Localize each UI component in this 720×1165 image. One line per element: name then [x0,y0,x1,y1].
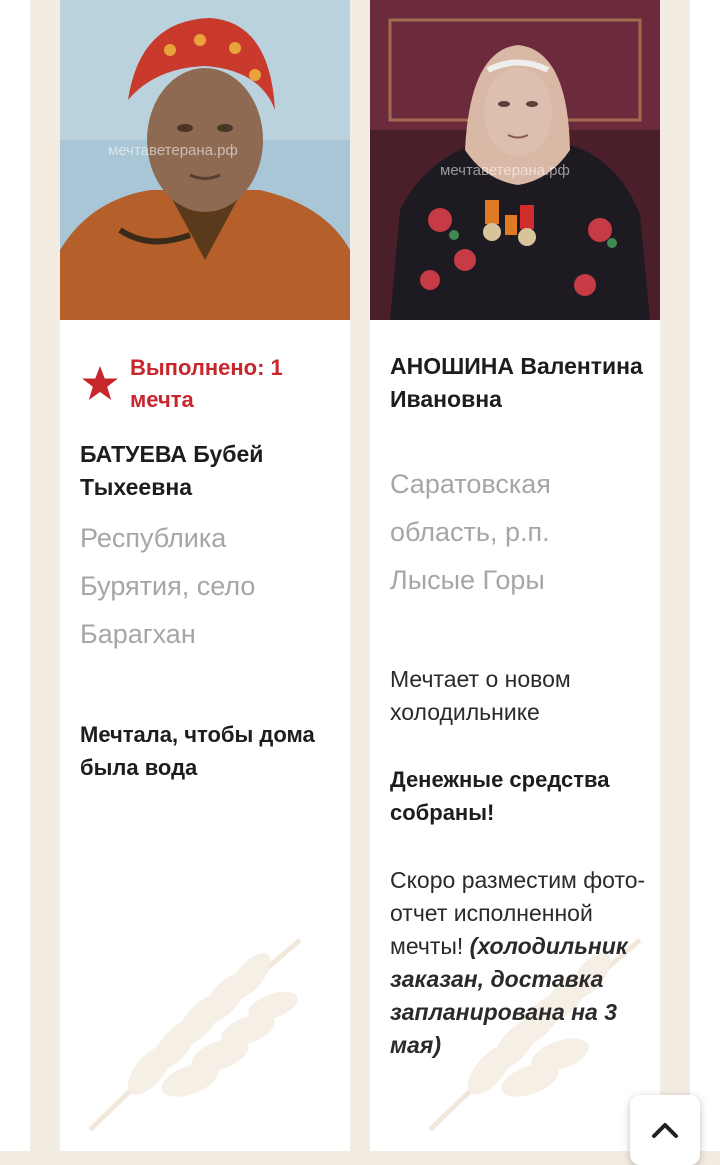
veteran-location: Республика Бурятия, село Барагхан [80,523,256,649]
dream-text: Мечтает о новом холодильнике [390,666,571,725]
page-side-band-left [0,0,30,1151]
veteran-photo[interactable]: мечтаветерана.рф [60,0,350,320]
chevron-up-icon [652,1123,678,1138]
veteran-name[interactable]: БАТУЕВА Бубей Тыхеевна [80,438,342,504]
watermark-text: мечтаветерана.рф [440,162,570,179]
veteran-name[interactable]: АНОШИНА Валентина Ивановна [390,350,652,416]
report-note: Скоро разместим фото-отчет исполненной м… [390,864,652,1062]
veteran-photo[interactable]: мечтаветерана.рф [370,0,660,320]
dream-text: Мечтала, чтобы дома была вода [80,722,315,780]
status-completed: Выполнено: 1 мечта [80,352,330,416]
scroll-to-top-button[interactable] [630,1095,700,1165]
page-side-band-right [690,0,720,1151]
veteran-location: Саратовская область, р.п. Лысые Горы [390,469,551,595]
watermark-text: мечтаветерана.рф [108,142,238,159]
veteran-card[interactable]: мечтаветерана.рф Выполнено: 1 мечта БАТУ… [60,0,350,1151]
veteran-card[interactable]: мечтаветерана.рф АНОШИНА Валентина Ивано… [370,0,660,1151]
status-label: Выполнено: 1 мечта [130,355,283,412]
wheat-icon [88,938,302,1132]
star-icon [82,366,118,400]
funds-collected-text: Денежные средства собраны! [390,767,610,825]
